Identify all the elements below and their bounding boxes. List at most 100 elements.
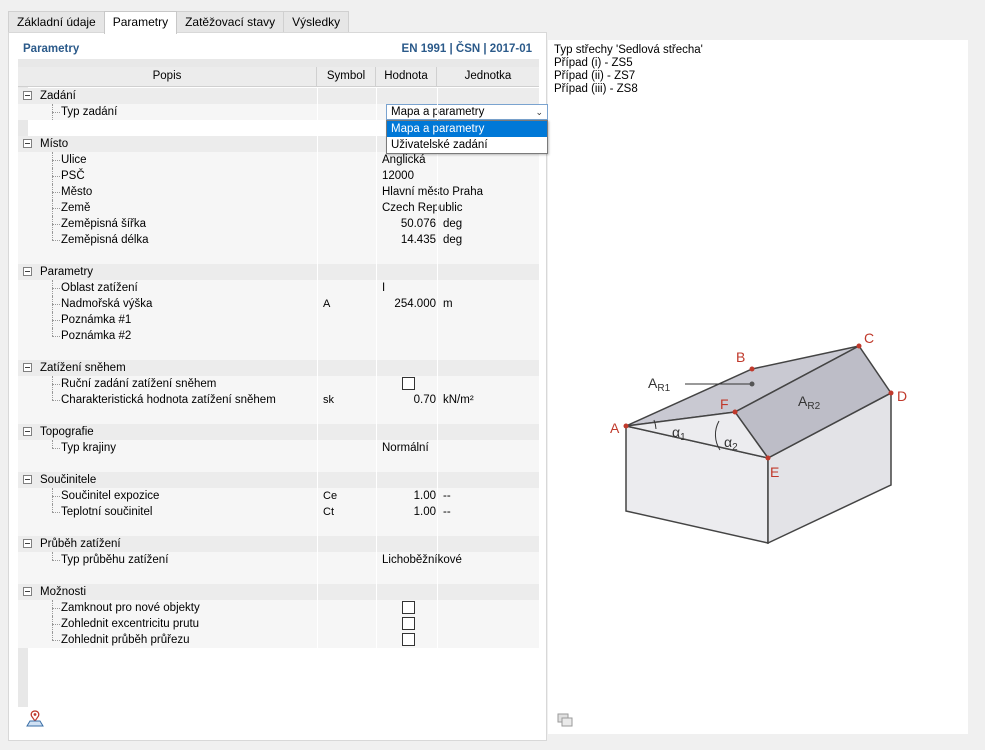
- row-value[interactable]: Anglická: [382, 152, 425, 168]
- row-value[interactable]: Hlavní město Praha: [382, 184, 483, 200]
- row-spacer: [18, 344, 539, 360]
- row-value[interactable]: Normální: [382, 440, 429, 456]
- row-value[interactable]: 14.435: [376, 232, 436, 248]
- row-typ-zadani[interactable]: Typ zadání Mapa a parametry ⌄: [18, 104, 548, 120]
- row-label: Země: [61, 202, 91, 214]
- row-value[interactable]: Czech Republic: [382, 200, 463, 216]
- map-location-button[interactable]: [24, 709, 46, 729]
- collapse-icon[interactable]: [23, 139, 32, 148]
- tab-zakladni-udaje[interactable]: Základní údaje: [8, 11, 105, 33]
- collapse-icon[interactable]: [23, 539, 32, 548]
- row-excentricita[interactable]: Zohlednit excentricitu prutu: [18, 616, 539, 632]
- tree-line: [52, 320, 60, 321]
- chevron-down-icon[interactable]: ⌄: [535, 105, 543, 119]
- collapse-icon[interactable]: [23, 475, 32, 484]
- tree-line: [52, 512, 60, 513]
- option-mapa-a-parametry[interactable]: Mapa a parametry: [387, 121, 547, 137]
- row-value[interactable]: 254.000: [376, 296, 436, 312]
- prubeh-prurezu-checkbox[interactable]: [402, 633, 415, 646]
- group-prubeh[interactable]: Průběh zatížení: [18, 536, 539, 552]
- group-moznosti[interactable]: Možnosti: [18, 584, 539, 600]
- tree-line: [52, 632, 53, 640]
- tree-line: [52, 328, 53, 336]
- group-parametry[interactable]: Parametry: [18, 264, 539, 280]
- tree-line: [52, 160, 60, 161]
- point-b-label: B: [736, 349, 745, 365]
- row-mesto[interactable]: Město Hlavní město Praha: [18, 184, 539, 200]
- row-zamknout[interactable]: Zamknout pro nové objekty: [18, 600, 539, 616]
- row-value[interactable]: 50.076: [376, 216, 436, 232]
- row-poznamka-2[interactable]: Poznámka #2: [18, 328, 539, 344]
- row-label: Oblast zatížení: [61, 282, 138, 294]
- row-typ-prubehu[interactable]: Typ průběhu zatížení Lichoběžníkové: [18, 552, 539, 568]
- row-value[interactable]: 0.70: [376, 392, 436, 408]
- row-value[interactable]: 1.00: [376, 504, 436, 520]
- ar1-marker: [749, 381, 755, 387]
- tab-zatezovaci-stavy[interactable]: Zatěžovací stavy: [176, 11, 285, 33]
- tree-line: [52, 640, 60, 641]
- row-label: Charakteristická hodnota zatížení sněhem: [61, 394, 276, 406]
- row-oblast-zatizeni[interactable]: Oblast zatížení I: [18, 280, 539, 296]
- row-label: Poznámka #1: [61, 314, 132, 326]
- row-zemepisna-sirka[interactable]: Zeměpisná šířka 50.076 deg: [18, 216, 539, 232]
- tab-vysledky[interactable]: Výsledky: [283, 11, 350, 33]
- row-nadmorska-vyska[interactable]: Nadmořská výška A 254.000 m: [18, 296, 539, 312]
- row-unit: deg: [443, 234, 463, 246]
- tab-parametry[interactable]: Parametry: [103, 11, 178, 34]
- row-zeme[interactable]: Země Czech Republic: [18, 200, 539, 216]
- row-label: Nadmořská výška: [61, 298, 153, 310]
- row-spacer: [18, 408, 539, 424]
- row-psc[interactable]: PSČ 12000: [18, 168, 539, 184]
- row-ulice[interactable]: Ulice Anglická: [18, 152, 539, 168]
- collapse-icon[interactable]: [23, 91, 32, 100]
- collapse-icon[interactable]: [23, 363, 32, 372]
- row-prubeh-prurezu[interactable]: Zohlednit průběh průřezu: [18, 632, 539, 648]
- row-char-hodnota-snih[interactable]: Charakteristická hodnota zatížení sněhem…: [18, 392, 539, 408]
- col-jednotka[interactable]: Jednotka: [437, 67, 539, 87]
- header-stripe: [18, 59, 539, 67]
- option-uzivatelske-zadani[interactable]: Uživatelské zadání: [387, 137, 547, 153]
- row-label: Zohlednit excentricitu prutu: [61, 618, 200, 630]
- group-zadani[interactable]: Zadání: [18, 88, 539, 104]
- col-symbol[interactable]: Symbol: [317, 67, 376, 87]
- tree-line: [52, 304, 60, 305]
- group-snih[interactable]: Zatížení sněhem: [18, 360, 539, 376]
- point-e-label: E: [770, 464, 779, 480]
- typ-zadani-select[interactable]: Mapa a parametry ⌄: [386, 104, 548, 120]
- col-popis[interactable]: Popis: [18, 67, 317, 87]
- row-rucni-zadani-snih[interactable]: Ruční zadání zatížení sněhem: [18, 376, 539, 392]
- col-hodnota[interactable]: Hodnota: [376, 67, 437, 87]
- tree-line: [52, 624, 60, 625]
- tree-line: [52, 336, 60, 337]
- row-soucinitel-expozice[interactable]: Součinitel expozice Ce 1.00 --: [18, 488, 539, 504]
- tree-line: [52, 608, 60, 609]
- row-label: Ruční zadání zatížení sněhem: [61, 378, 217, 390]
- row-zemepisna-delka[interactable]: Zeměpisná délka 14.435 deg: [18, 232, 539, 248]
- tree-line: [52, 176, 60, 177]
- tree-line: [52, 392, 53, 400]
- tree-line: [52, 552, 53, 560]
- rucni-zadani-checkbox[interactable]: [402, 377, 415, 390]
- group-soucinitele[interactable]: Součinitele: [18, 472, 539, 488]
- zamknout-checkbox[interactable]: [402, 601, 415, 614]
- row-label: Teplotní součinitel: [61, 506, 153, 518]
- row-poznamka-1[interactable]: Poznámka #1: [18, 312, 539, 328]
- tree-line: [52, 224, 60, 225]
- copy-image-button[interactable]: [554, 710, 576, 730]
- row-value[interactable]: I: [382, 280, 385, 296]
- collapse-icon[interactable]: [23, 267, 32, 276]
- tree-line: [52, 400, 60, 401]
- tree-line: [52, 448, 60, 449]
- row-typ-krajiny[interactable]: Typ krajiny Normální: [18, 440, 539, 456]
- row-label: Typ krajiny: [61, 442, 116, 454]
- row-value[interactable]: 12000: [382, 168, 414, 184]
- row-teplotni-soucinitel[interactable]: Teplotní součinitel Ct 1.00 --: [18, 504, 539, 520]
- excentricita-checkbox[interactable]: [402, 617, 415, 630]
- row-value[interactable]: Lichoběžníkové: [382, 552, 462, 568]
- row-value[interactable]: 1.00: [376, 488, 436, 504]
- group-topografie[interactable]: Topografie: [18, 424, 539, 440]
- row-symbol: Ct: [323, 506, 334, 518]
- collapse-icon[interactable]: [23, 587, 32, 596]
- collapse-icon[interactable]: [23, 427, 32, 436]
- tree-line: [52, 384, 60, 385]
